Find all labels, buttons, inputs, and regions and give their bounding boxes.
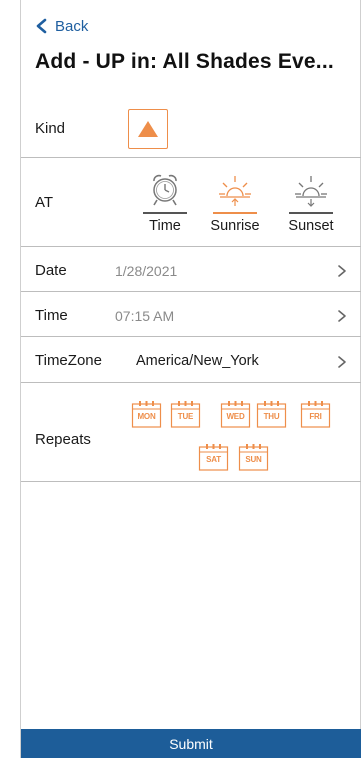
at-option-sunset[interactable]: Sunset — [281, 170, 341, 238]
sunrise-icon — [219, 176, 251, 206]
day-label-sun: SUN — [245, 455, 262, 464]
day-toggle-wed[interactable]: WED — [220, 400, 251, 428]
date-label: Date — [35, 262, 67, 279]
at-sunset-underline — [289, 212, 333, 214]
day-toggle-mon[interactable]: MON — [131, 400, 162, 428]
at-option-time-label: Time — [149, 218, 181, 234]
day-toggle-sat[interactable]: SAT — [198, 443, 229, 471]
timezone-row[interactable]: TimeZone America/New_York — [21, 337, 361, 383]
page-title: Add - UP in: All Shades Eve... — [35, 50, 334, 73]
time-label: Time — [35, 307, 68, 324]
day-label-sat: SAT — [206, 455, 221, 464]
at-sunrise-underline — [213, 212, 257, 214]
chevron-left-icon — [36, 18, 47, 34]
day-toggle-thu[interactable]: THU — [256, 400, 287, 428]
screen-frame: Back Add - UP in: All Shades Eve... Kind… — [20, 0, 361, 758]
kind-up-button[interactable] — [128, 109, 168, 149]
repeats-label: Repeats — [35, 431, 91, 448]
day-label-fri: FRI — [309, 412, 322, 421]
timezone-value: America/New_York — [136, 353, 259, 369]
day-label-mon: MON — [137, 412, 156, 421]
kind-row: Kind — [21, 100, 361, 158]
chevron-right-icon — [338, 310, 346, 322]
submit-button[interactable]: Submit — [21, 729, 361, 758]
at-option-time[interactable]: Time — [135, 170, 195, 238]
triangle-up-icon — [138, 121, 158, 137]
repeats-row: Repeats — [21, 383, 361, 482]
day-toggle-sun[interactable]: SUN — [238, 443, 269, 471]
timezone-label: TimeZone — [35, 352, 102, 369]
at-time-underline — [143, 212, 187, 214]
time-row[interactable]: Time 07:15 AM — [21, 292, 361, 337]
at-option-sunrise-label: Sunrise — [210, 218, 260, 234]
day-label-thu: THU — [263, 412, 280, 421]
time-value: 07:15 AM — [115, 308, 175, 324]
day-toggle-tue[interactable]: TUE — [170, 400, 201, 428]
date-value: 1/28/2021 — [115, 263, 178, 279]
at-option-sunrise[interactable]: Sunrise — [205, 170, 265, 238]
back-button[interactable]: Back — [35, 15, 88, 37]
at-option-sunset-label: Sunset — [288, 218, 334, 234]
kind-label: Kind — [35, 120, 66, 137]
date-row[interactable]: Date 1/28/2021 — [21, 247, 361, 292]
back-label: Back — [55, 17, 89, 35]
sunset-icon — [295, 176, 327, 207]
alarm-clock-icon — [153, 174, 177, 206]
chevron-right-icon — [338, 265, 346, 277]
day-label-tue: TUE — [177, 412, 194, 421]
chevron-right-icon — [338, 356, 346, 368]
at-label: AT — [35, 194, 54, 211]
day-toggle-fri[interactable]: FRI — [300, 400, 331, 428]
day-label-wed: WED — [226, 412, 245, 421]
